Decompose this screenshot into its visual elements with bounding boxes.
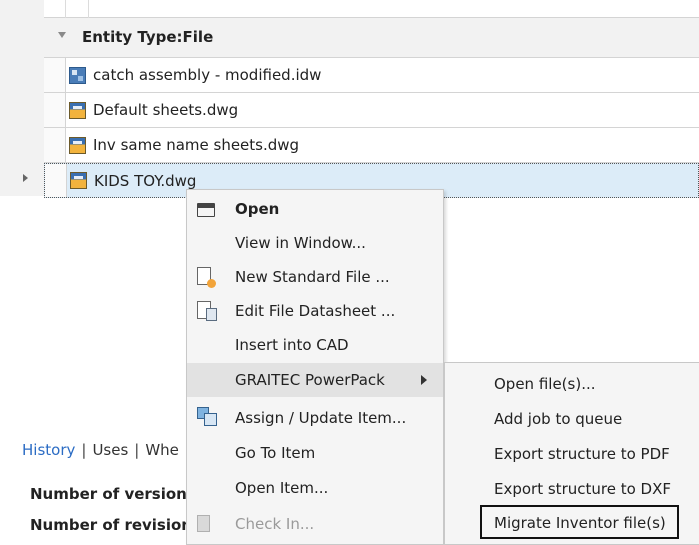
menu-item-label: Open Item... [235,479,329,497]
submenu-item-add-job-to-queue[interactable]: Add job to queue [445,402,699,436]
file-grid: Entity Type:File catch assembly - modifi… [0,0,699,200]
row-gutter [0,0,44,196]
group-row-entity-type[interactable]: Entity Type:File [44,18,699,58]
submenu-item-export-structure-pdf[interactable]: Export structure to PDF [445,437,699,471]
menu-item-label: New Standard File ... [235,268,390,286]
file-name: Default sheets.dwg [93,101,239,119]
property-label-versions: Number of versions [30,485,196,503]
menu-item-label: View in Window... [235,234,366,252]
menu-item-label: Insert into CAD [235,336,349,354]
group-label: Entity Type:File [82,28,214,46]
grid-top-row [44,0,699,18]
menu-item-open-item[interactable]: Open Item... [187,471,443,505]
tab-uses[interactable]: Uses [92,441,128,459]
folder-open-icon [197,203,215,217]
check-in-icon [197,515,210,532]
menu-item-insert-into-cad[interactable]: Insert into CAD [187,328,443,362]
menu-item-label: Edit File Datasheet ... [235,302,396,320]
table-row[interactable]: Inv same name sheets.dwg [44,128,699,163]
menu-item-label: Assign / Update Item... [235,409,407,427]
property-label-revisions: Number of revision [30,516,192,534]
menu-item-label: Check In... [235,515,315,533]
menu-item-new-standard-file[interactable]: New Standard File ... [187,260,443,294]
table-row[interactable]: catch assembly - modified.idw [44,58,699,93]
tab-where-used[interactable]: Whe [145,441,179,459]
details-tabs: History | Uses | Whe [22,441,179,459]
file-name: Inv same name sheets.dwg [93,136,300,154]
tab-separator: | [81,441,87,459]
submenu-item-migrate-inventor-files[interactable]: Migrate Inventor file(s) [480,505,679,539]
menu-item-go-to-item[interactable]: Go To Item [187,436,443,470]
submenu-item-label: Open file(s)... [494,375,596,393]
submenu-arrow-icon [421,375,427,385]
submenu-item-label: Export structure to DXF [494,480,671,498]
submenu-item-open-files[interactable]: Open file(s)... [445,367,699,401]
dwg-file-icon [70,172,87,189]
datasheet-icon [197,301,217,321]
graitec-powerpack-submenu: Open file(s)... Add job to queue Export … [444,362,699,545]
context-menu: Open View in Window... New Standard File… [186,189,444,545]
dwg-file-icon [69,101,86,119]
collapse-caret-icon[interactable] [58,32,66,38]
current-row-arrow-icon [23,174,28,182]
table-row[interactable]: Default sheets.dwg [44,93,699,128]
row-indent [44,58,66,92]
menu-item-assign-update-item[interactable]: Assign / Update Item... [187,401,443,435]
menu-item-check-in[interactable]: Check In... [187,507,443,541]
menu-item-open[interactable]: Open [187,192,443,226]
tab-history[interactable]: History [22,441,75,459]
menu-item-label: Open [235,200,280,218]
row-indent [44,93,66,127]
assign-item-icon [197,407,217,426]
submenu-item-label: Export structure to PDF [494,445,670,463]
submenu-item-label: Migrate Inventor file(s) [494,514,666,532]
new-file-icon [197,267,216,288]
idw-file-icon [69,66,86,84]
row-indent [45,164,67,197]
menu-item-edit-file-datasheet[interactable]: Edit File Datasheet ... [187,294,443,328]
submenu-item-export-structure-dxf[interactable]: Export structure to DXF [445,472,699,506]
grid-divider [88,0,89,18]
dwg-file-icon [69,136,86,154]
file-name: KIDS TOY.dwg [94,171,197,190]
row-indent [44,128,66,162]
tab-separator: | [134,441,140,459]
menu-item-label: Go To Item [235,444,316,462]
menu-item-graitec-powerpack[interactable]: GRAITEC PowerPack [187,363,443,397]
menu-item-view-in-window[interactable]: View in Window... [187,226,443,260]
grid-divider [65,0,66,18]
file-name: catch assembly - modified.idw [93,66,322,84]
menu-item-label: GRAITEC PowerPack [235,371,385,389]
submenu-item-label: Add job to queue [494,410,623,428]
